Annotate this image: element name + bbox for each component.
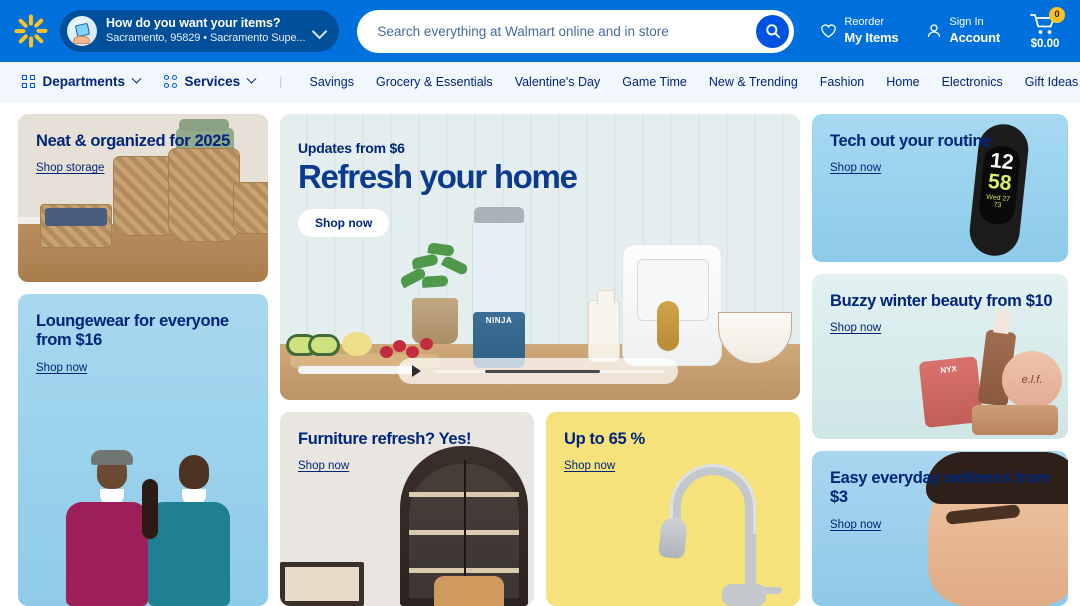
tile-title: Tech out your routine xyxy=(830,132,992,150)
raspberry-image xyxy=(406,346,419,358)
promo-tile-loungewear[interactable]: Loungewear for everyone from $16 Shop no… xyxy=(18,294,268,606)
promo-tile-deal[interactable]: Up to 65 % Shop now xyxy=(546,412,800,606)
promo-tile-tech[interactable]: 12 58 Wed 27 73 Tech out your routine Sh… xyxy=(812,114,1068,262)
hero-eyebrow: Updates from $6 xyxy=(298,140,405,156)
promo-grid: Neat & organized for 2025 Shop storage L… xyxy=(0,102,1080,606)
chevron-down-icon xyxy=(312,23,328,39)
ninja-blender-image xyxy=(472,207,526,368)
avocado-image xyxy=(308,334,340,356)
nav-item-fashion[interactable]: Fashion xyxy=(809,75,875,89)
fulfillment-title: How do you want your items? xyxy=(106,16,281,31)
hero-title: Refresh your home xyxy=(298,158,578,195)
plant-image xyxy=(398,242,472,304)
tile-cta-link[interactable]: Shop now xyxy=(830,519,881,531)
search-icon xyxy=(766,24,781,39)
hero-shop-now-button[interactable]: Shop now xyxy=(298,208,390,237)
raspberry-image xyxy=(380,346,393,358)
promo-column-right: 12 58 Wed 27 73 Tech out your routine Sh… xyxy=(812,114,1068,606)
nav-item-gift-ideas[interactable]: Gift Ideas xyxy=(1014,75,1080,89)
reorder-my-items-button[interactable]: Reorder My Items xyxy=(812,16,906,46)
fulfillment-subtitle: Sacramento, 95829 • Sacramento Supe... xyxy=(106,31,306,44)
tile-cta-link[interactable]: Shop now xyxy=(564,460,615,472)
tile-title: Loungewear for everyone from $16 xyxy=(36,312,229,350)
basket-image xyxy=(40,204,112,248)
heart-icon xyxy=(821,24,837,38)
nav-item-grocery[interactable]: Grocery & Essentials xyxy=(365,75,504,89)
main-navigation: Departments Services | Savings Grocery &… xyxy=(0,62,1080,102)
promo-tile-hero-refresh-home[interactable]: Updates from $6 Refresh your home Shop n… xyxy=(280,114,800,400)
search-bar[interactable] xyxy=(357,9,795,53)
air-fryer-image xyxy=(622,244,722,366)
promo-column-center: Updates from $6 Refresh your home Shop n… xyxy=(280,114,800,606)
tile-cta-link[interactable]: Shop storage xyxy=(36,162,104,174)
nav-separator: | xyxy=(279,74,283,89)
account-label: Account xyxy=(949,29,1000,45)
promo-tile-storage[interactable]: Neat & organized for 2025 Shop storage xyxy=(18,114,268,282)
promo-column-left: Neat & organized for 2025 Shop storage L… xyxy=(18,114,268,606)
services-label: Services xyxy=(184,74,241,89)
pot-image xyxy=(412,298,458,344)
tile-cta-link[interactable]: Shop now xyxy=(830,162,881,174)
promo-tile-furniture[interactable]: Furniture refresh? Yes! Shop now xyxy=(280,412,534,606)
delivery-hand-icon xyxy=(67,16,97,46)
cart-button[interactable]: 0 $0.00 xyxy=(1020,6,1066,50)
tile-title: Furniture refresh? Yes! xyxy=(298,430,472,448)
walmart-spark-logo[interactable] xyxy=(14,14,48,48)
departments-label: Departments xyxy=(42,74,126,89)
nav-item-home[interactable]: Home xyxy=(875,75,930,89)
my-items-label: My Items xyxy=(844,29,899,45)
tile-title: Easy everyday wellness from $3 xyxy=(830,469,1050,507)
video-player-controls[interactable] xyxy=(398,358,678,384)
nav-item-game-time[interactable]: Game Time xyxy=(611,75,698,89)
tile-title: Buzzy winter beauty from $10 xyxy=(830,292,1053,310)
sign-in-account-button[interactable]: Sign In Account xyxy=(918,16,1008,46)
search-submit-button[interactable] xyxy=(756,14,790,48)
promo-tile-wellness[interactable]: Easy everyday wellness from $3 Shop now xyxy=(812,451,1068,606)
sign-in-label: Sign In xyxy=(949,16,984,28)
elf-powder-image: e.l.f. xyxy=(1002,351,1062,409)
lemon-image xyxy=(342,332,372,356)
reorder-label: Reorder xyxy=(844,16,885,28)
tile-cta-link[interactable]: Shop now xyxy=(298,460,349,472)
cart-count-badge: 0 xyxy=(1049,6,1065,23)
video-progress-slider[interactable] xyxy=(435,369,664,373)
chair-image xyxy=(434,576,504,606)
tile-title: Up to 65 % xyxy=(564,430,645,448)
play-icon[interactable] xyxy=(412,365,421,377)
basket-image xyxy=(233,182,268,234)
chevron-down-icon xyxy=(131,73,142,84)
site-header: How do you want your items? Sacramento, … xyxy=(0,0,1080,62)
chevron-down-icon xyxy=(246,73,257,84)
tile-title: Neat & organized for 2025 xyxy=(36,132,230,150)
cart-amount: $0.00 xyxy=(1030,37,1060,50)
raspberry-image xyxy=(393,340,406,352)
raspberry-image xyxy=(420,338,433,350)
nav-services[interactable]: Services xyxy=(164,73,257,89)
fulfillment-selector[interactable]: How do you want your items? Sacramento, … xyxy=(60,10,340,52)
nav-item-savings[interactable]: Savings xyxy=(298,75,364,89)
model-image xyxy=(142,455,240,606)
almond-milk-image xyxy=(588,290,620,362)
cosmetics-box-image xyxy=(972,405,1058,435)
picture-frame-image xyxy=(280,562,364,606)
grid-icon xyxy=(22,75,35,88)
search-input[interactable] xyxy=(377,23,757,39)
user-icon xyxy=(928,24,941,38)
nav-departments[interactable]: Departments xyxy=(22,73,142,89)
dots-icon xyxy=(164,75,177,88)
tile-cta-link[interactable]: Shop now xyxy=(830,322,881,334)
faucet-image xyxy=(654,456,782,606)
nav-item-new-trending[interactable]: New & Trending xyxy=(698,75,809,89)
promo-tile-beauty[interactable]: NYX e.l.f. Buzzy winter beauty from $10 … xyxy=(812,274,1068,439)
nav-item-electronics[interactable]: Electronics xyxy=(931,75,1014,89)
nav-item-valentines[interactable]: Valentine's Day xyxy=(504,75,612,89)
tile-cta-link[interactable]: Shop now xyxy=(36,362,87,374)
